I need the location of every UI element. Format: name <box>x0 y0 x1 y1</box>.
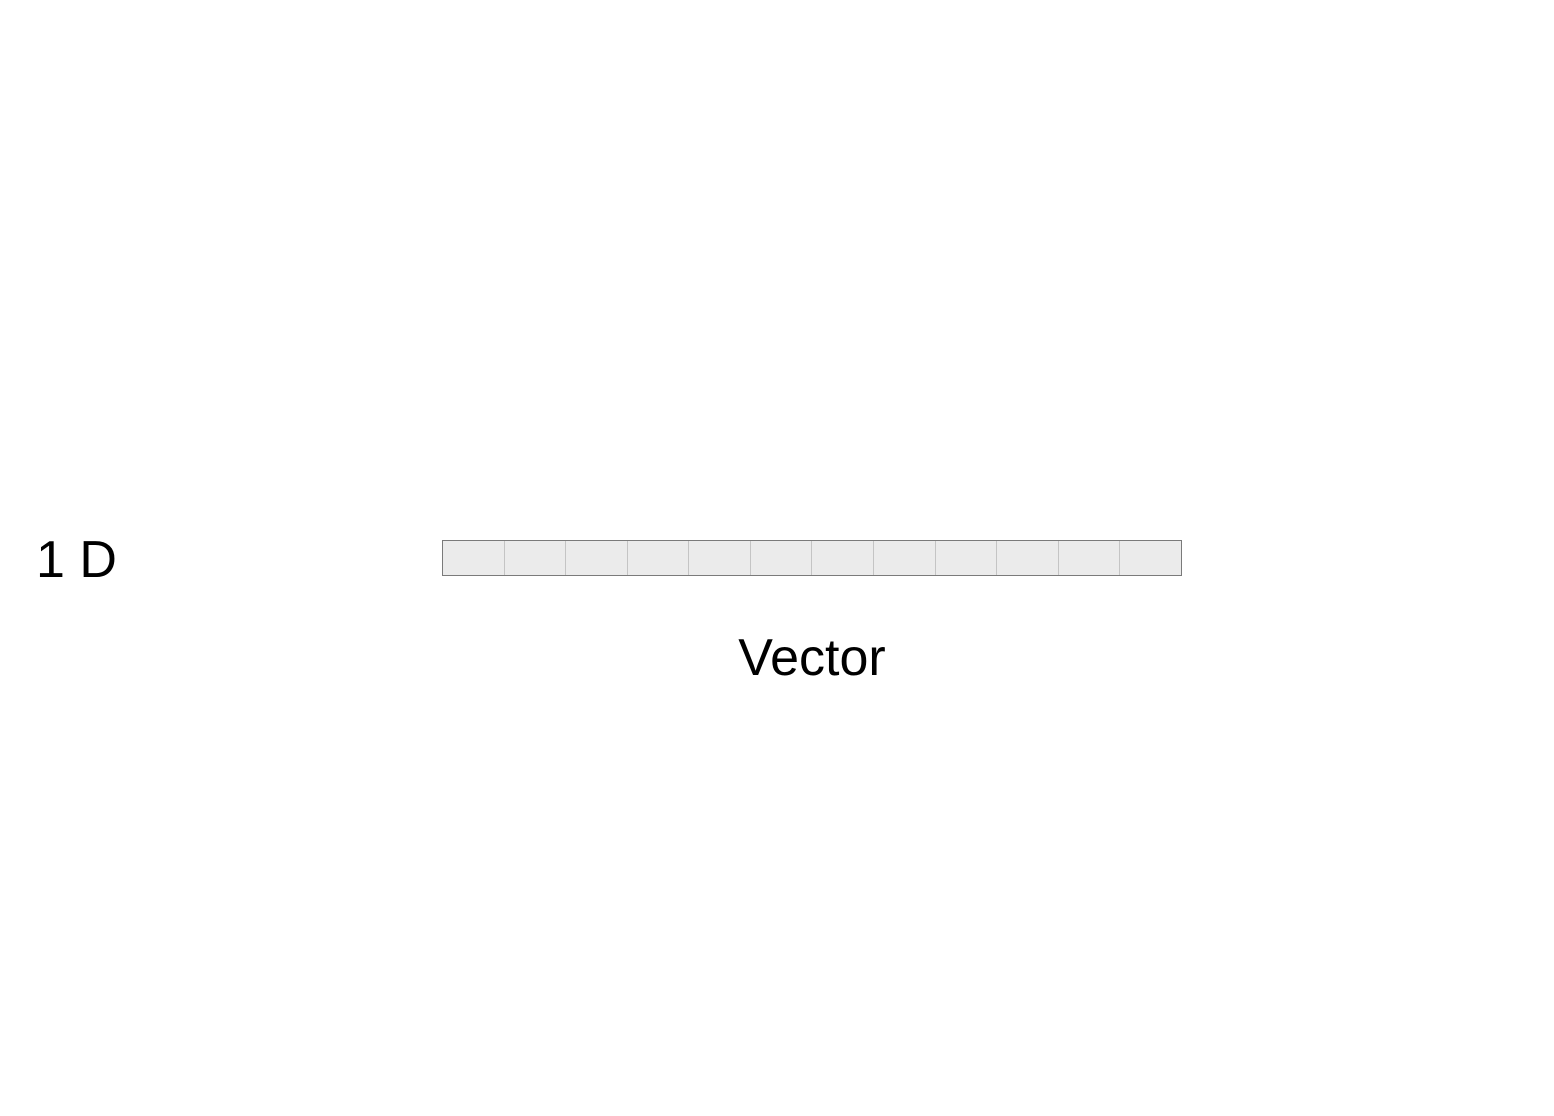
vector-cell <box>874 541 936 575</box>
dimension-label: 1 D <box>36 531 117 589</box>
vector-cell <box>997 541 1059 575</box>
vector-cell <box>566 541 628 575</box>
vector-cell <box>628 541 690 575</box>
vector-cell <box>443 541 505 575</box>
vector-cell <box>1059 541 1121 575</box>
vector-strip <box>442 540 1182 576</box>
vector-cell <box>689 541 751 575</box>
vector-cell <box>1120 541 1181 575</box>
vector-caption: Vector <box>738 629 886 687</box>
vector-cell <box>751 541 813 575</box>
vector-cell <box>505 541 567 575</box>
vector-cell <box>936 541 998 575</box>
vector-cell <box>812 541 875 575</box>
